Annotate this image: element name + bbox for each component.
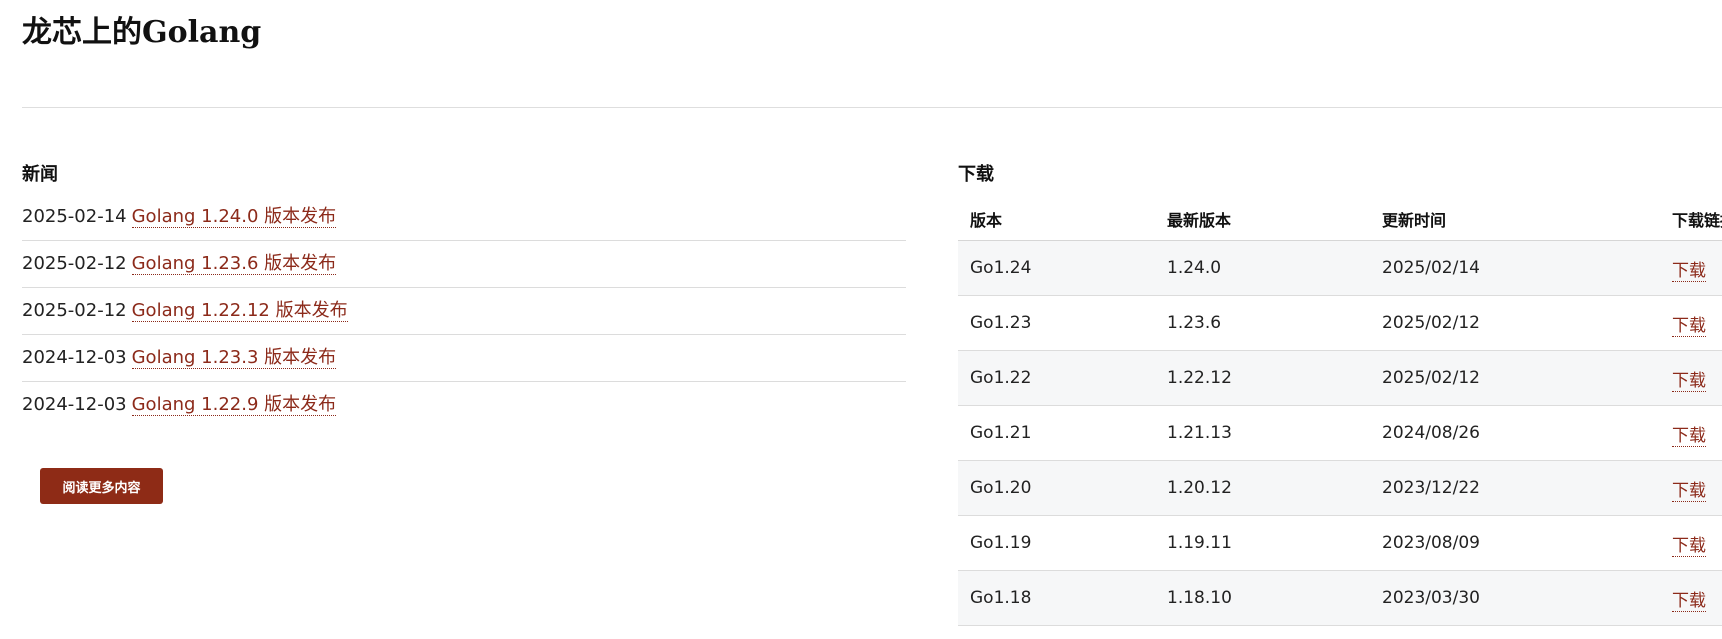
table-header-row: 版本 最新版本 更新时间 下载链接	[958, 198, 1722, 241]
updated-cell: 2025/02/12	[1370, 350, 1660, 406]
download-cell: 下载	[1660, 405, 1722, 461]
version-cell: Go1.21	[958, 405, 1155, 461]
version-cell: Go1.20	[958, 460, 1155, 516]
download-cell: 下载	[1660, 295, 1722, 351]
news-date: 2024-12-03	[22, 347, 127, 368]
downloads-table: 版本 最新版本 更新时间 下载链接 Go1.24 1.24.0 2025/02/…	[958, 198, 1722, 626]
download-link[interactable]: 下载	[1672, 315, 1706, 337]
news-section: 新闻 2025-02-14 Golang 1.24.0 版本发布 2025-02-…	[22, 160, 906, 428]
latest-version-cell: 1.23.6	[1155, 295, 1370, 351]
version-cell: Go1.22	[958, 350, 1155, 406]
download-cell: 下载	[1660, 460, 1722, 516]
news-date: 2024-12-03	[22, 394, 127, 415]
news-link[interactable]: Golang 1.24.0 版本发布	[131, 206, 337, 228]
column-header-version: 版本	[958, 198, 1155, 241]
news-item: 2025-02-12 Golang 1.23.6 版本发布	[22, 241, 906, 288]
version-cell: Go1.18	[958, 570, 1155, 626]
latest-version-cell: 1.19.11	[1155, 515, 1370, 571]
updated-cell: 2025/02/12	[1370, 295, 1660, 351]
news-list: 2025-02-14 Golang 1.24.0 版本发布 2025-02-12 G…	[22, 194, 906, 428]
updated-cell: 2023/08/09	[1370, 515, 1660, 571]
table-row: Go1.18 1.18.10 2023/03/30 下载	[958, 570, 1722, 626]
latest-version-cell: 1.21.13	[1155, 405, 1370, 461]
news-date: 2025-02-12	[22, 253, 127, 274]
table-row: Go1.19 1.19.11 2023/08/09 下载	[958, 515, 1722, 571]
latest-version-cell: 1.24.0	[1155, 240, 1370, 296]
download-link[interactable]: 下载	[1672, 535, 1706, 557]
column-header-updated: 更新时间	[1370, 198, 1660, 241]
updated-cell: 2025/02/14	[1370, 240, 1660, 296]
news-link[interactable]: Golang 1.23.3 版本发布	[131, 347, 337, 369]
version-cell: Go1.23	[958, 295, 1155, 351]
downloads-heading: 下载	[958, 164, 994, 185]
news-link[interactable]: Golang 1.22.9 版本发布	[131, 394, 337, 416]
title-divider	[22, 107, 1722, 108]
version-cell: Go1.24	[958, 240, 1155, 296]
updated-cell: 2023/12/22	[1370, 460, 1660, 516]
version-cell: Go1.19	[958, 515, 1155, 571]
table-row: Go1.22 1.22.12 2025/02/12 下载	[958, 350, 1722, 406]
table-row: Go1.21 1.21.13 2024/08/26 下载	[958, 405, 1722, 461]
page-title: 龙芯上的Golang	[22, 15, 262, 50]
read-more-button[interactable]: 阅读更多内容	[40, 468, 163, 504]
news-item: 2025-02-12 Golang 1.22.12 版本发布	[22, 288, 906, 335]
download-link[interactable]: 下载	[1672, 260, 1706, 282]
download-cell: 下载	[1660, 570, 1722, 626]
download-cell: 下载	[1660, 240, 1722, 296]
news-link[interactable]: Golang 1.23.6 版本发布	[131, 253, 337, 275]
download-link[interactable]: 下载	[1672, 370, 1706, 392]
updated-cell: 2024/08/26	[1370, 405, 1660, 461]
table-row: Go1.23 1.23.6 2025/02/12 下载	[958, 295, 1722, 351]
updated-cell: 2023/03/30	[1370, 570, 1660, 626]
download-link[interactable]: 下载	[1672, 480, 1706, 502]
news-item: 2025-02-14 Golang 1.24.0 版本发布	[22, 194, 906, 241]
download-cell: 下载	[1660, 350, 1722, 406]
table-row: Go1.24 1.24.0 2025/02/14 下载	[958, 240, 1722, 296]
download-link[interactable]: 下载	[1672, 590, 1706, 612]
column-header-latest: 最新版本	[1155, 198, 1370, 241]
download-cell: 下载	[1660, 515, 1722, 571]
news-date: 2025-02-14	[22, 206, 127, 227]
latest-version-cell: 1.18.10	[1155, 570, 1370, 626]
news-heading: 新闻	[22, 164, 58, 185]
news-date: 2025-02-12	[22, 300, 127, 321]
table-row: Go1.20 1.20.12 2023/12/22 下载	[958, 460, 1722, 516]
latest-version-cell: 1.22.12	[1155, 350, 1370, 406]
news-item: 2024-12-03 Golang 1.22.9 版本发布	[22, 382, 906, 428]
download-link[interactable]: 下载	[1672, 425, 1706, 447]
news-link[interactable]: Golang 1.22.12 版本发布	[131, 300, 348, 322]
latest-version-cell: 1.20.12	[1155, 460, 1370, 516]
column-header-download: 下载链接	[1660, 198, 1722, 241]
downloads-section: 下载 版本 最新版本 更新时间 下载链接 Go1.24 1.24.0 2025/…	[958, 160, 1722, 626]
news-item: 2024-12-03 Golang 1.23.3 版本发布	[22, 335, 906, 382]
